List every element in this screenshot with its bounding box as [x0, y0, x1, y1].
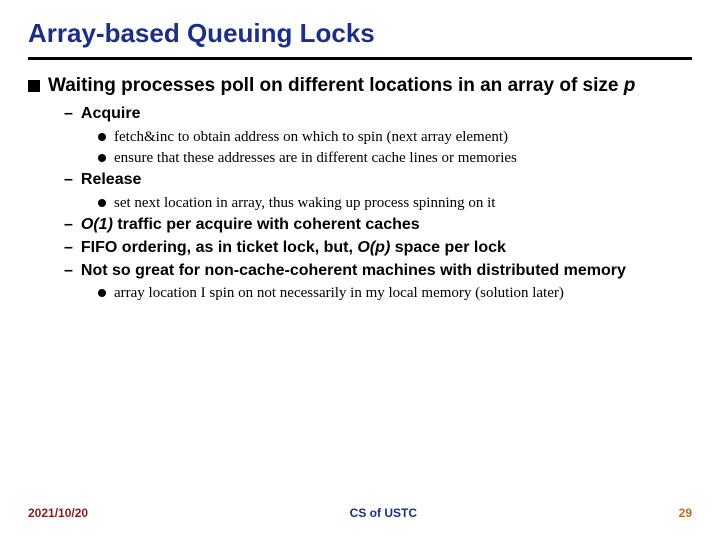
fifo-text: FIFO ordering, as in ticket lock, but, O…: [81, 238, 506, 259]
acquire-label: Acquire: [81, 104, 141, 125]
acquire-item: – Acquire: [64, 104, 692, 125]
disc-bullet-icon: [98, 154, 106, 162]
release-item: – Release: [64, 170, 692, 191]
ncc-text: Not so great for non-cache-coherent mach…: [81, 261, 626, 282]
acquire-sub2: ensure that these addresses are in diffe…: [98, 148, 692, 168]
o1-text: O(1) traffic per acquire with coherent c…: [81, 215, 420, 236]
op-var: O(p): [357, 239, 390, 256]
dash-icon: –: [64, 238, 73, 259]
o1-suffix: traffic per acquire with coherent caches: [113, 216, 420, 233]
title-rule: [28, 57, 692, 60]
o1-item: – O(1) traffic per acquire with coherent…: [64, 215, 692, 236]
fifo-suffix: space per lock: [390, 239, 506, 256]
release-label: Release: [81, 170, 142, 191]
main-bullet: Waiting processes poll on different loca…: [28, 74, 692, 98]
o1-var: O(1): [81, 216, 113, 233]
slide-title: Array-based Queuing Locks: [28, 18, 692, 49]
release-sub1-text: set next location in array, thus waking …: [114, 193, 495, 213]
release-sub1: set next location in array, thus waking …: [98, 193, 692, 213]
acquire-sub1: fetch&inc to obtain address on which to …: [98, 127, 692, 147]
acquire-sub2-text: ensure that these addresses are in diffe…: [114, 148, 517, 168]
footer: 2021/10/20 CS of USTC 29: [28, 506, 692, 520]
dash-icon: –: [64, 170, 73, 191]
dash-icon: –: [64, 261, 73, 282]
main-prefix: Waiting processes poll on different loca…: [48, 75, 624, 96]
fifo-item: – FIFO ordering, as in ticket lock, but,…: [64, 238, 692, 259]
footer-center: CS of USTC: [88, 506, 679, 520]
main-bullet-text: Waiting processes poll on different loca…: [48, 74, 635, 98]
dash-icon: –: [64, 104, 73, 125]
ncc-sub1: array location I spin on not necessarily…: [98, 283, 692, 303]
dash-icon: –: [64, 215, 73, 236]
ncc-item: – Not so great for non-cache-coherent ma…: [64, 261, 692, 282]
fifo-prefix: FIFO ordering, as in ticket lock, but,: [81, 239, 357, 256]
ncc-sub1-text: array location I spin on not necessarily…: [114, 283, 564, 303]
disc-bullet-icon: [98, 133, 106, 141]
footer-date: 2021/10/20: [28, 506, 88, 520]
disc-bullet-icon: [98, 289, 106, 297]
acquire-sub1-text: fetch&inc to obtain address on which to …: [114, 127, 508, 147]
footer-page-number: 29: [679, 506, 692, 520]
disc-bullet-icon: [98, 199, 106, 207]
square-bullet-icon: [28, 80, 40, 92]
main-var-p: p: [624, 75, 636, 96]
